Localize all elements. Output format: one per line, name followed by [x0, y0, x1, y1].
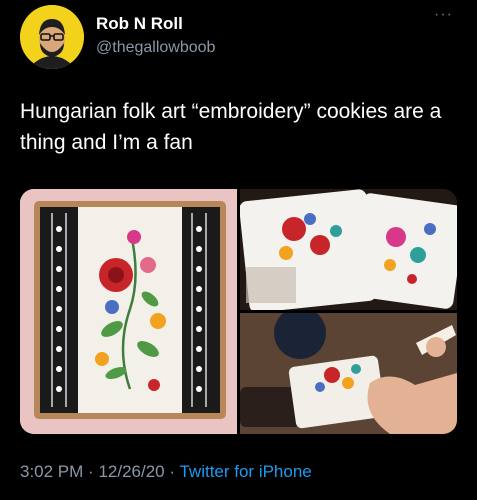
tweet-date: 12/26/20 — [98, 462, 165, 481]
meta-separator: · — [169, 462, 176, 481]
media-image-cookie-large[interactable] — [20, 189, 237, 434]
user-handle[interactable]: @thegallowboob — [96, 39, 215, 57]
meta-separator: · — [88, 462, 94, 481]
tweet-time: 3:02 PM — [20, 462, 84, 481]
tweet: Rob N Roll @thegallowboob ··· Hungarian … — [0, 0, 477, 500]
display-name[interactable]: Rob N Roll — [96, 14, 183, 34]
media-image-cookies-closeup[interactable] — [240, 189, 457, 310]
tweet-source-link[interactable]: Twitter for iPhone — [179, 462, 311, 481]
avatar-illustration-icon — [20, 5, 84, 69]
avatar[interactable] — [20, 5, 84, 69]
tweet-text: Hungarian folk art “embroidery” cookies … — [20, 100, 442, 154]
media-image-decorating[interactable] — [240, 313, 457, 434]
tweet-metadata: 3:02 PM · 12/26/20 · Twitter for iPhone — [20, 462, 312, 482]
media-grid — [20, 189, 457, 434]
more-options-icon[interactable]: ··· — [434, 6, 453, 24]
